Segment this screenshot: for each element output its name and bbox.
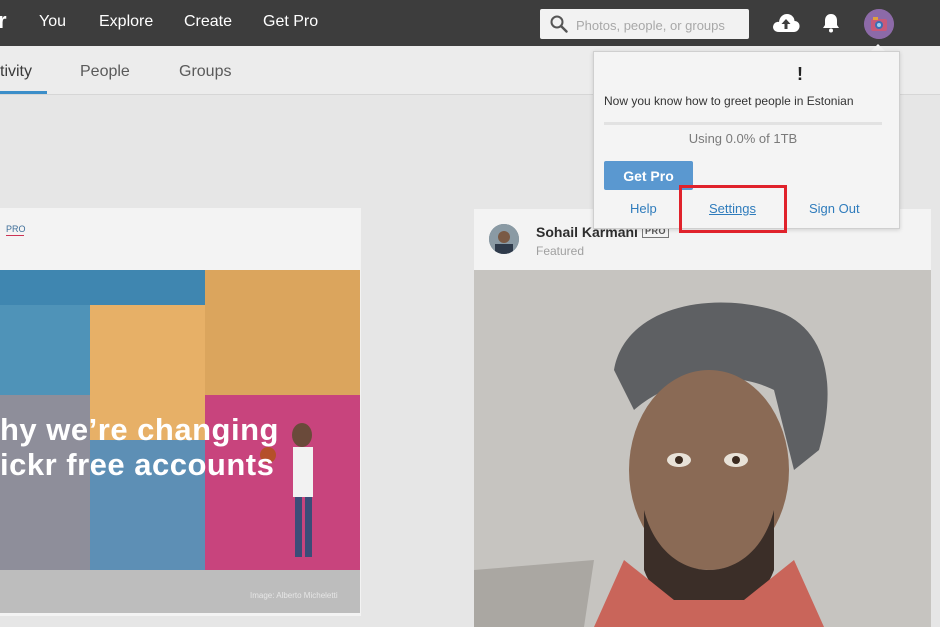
image-credit: Image: Alberto Micheletti	[250, 591, 338, 600]
author-avatar-image	[489, 224, 519, 254]
tab-groups[interactable]: Groups	[179, 63, 231, 81]
featured-photo[interactable]	[474, 270, 931, 627]
nav-link-create[interactable]: Create	[184, 13, 232, 31]
featured-label: Featured	[536, 244, 585, 258]
tab-activity[interactable]: tivity	[0, 63, 32, 81]
tab-people[interactable]: People	[80, 63, 130, 81]
alert-icon: !	[797, 64, 803, 84]
author-avatar[interactable]	[489, 224, 519, 254]
sign-out-link[interactable]: Sign Out	[809, 201, 860, 216]
active-tab-indicator	[0, 91, 47, 94]
storage-usage-bar	[604, 122, 882, 125]
portrait-image	[474, 270, 931, 627]
pro-badge-underline	[6, 235, 24, 236]
nav-link-you[interactable]: You	[39, 13, 66, 31]
camera-avatar-icon	[864, 9, 894, 39]
storage-usage-text: Using 0.0% of 1TB	[688, 131, 798, 146]
promo-headline-line-2: ickr free accounts	[0, 447, 275, 482]
settings-highlight-box	[679, 185, 787, 233]
pro-badge: PRO	[6, 224, 26, 234]
search-input[interactable]	[574, 14, 748, 36]
search-box[interactable]	[540, 9, 749, 39]
upload-cloud-icon[interactable]	[771, 12, 801, 34]
nav-link-get-pro[interactable]: Get Pro	[263, 13, 318, 31]
greeting-text: Now you know how to greet people in Esto…	[604, 94, 854, 108]
promo-headline-line-1: hy we’re changing	[0, 412, 279, 447]
notification-bell-icon[interactable]	[821, 12, 841, 34]
help-link[interactable]: Help	[630, 201, 657, 216]
avatar[interactable]	[864, 9, 894, 39]
search-icon[interactable]	[550, 15, 568, 33]
promo-image[interactable]: hy we’re changing ickr free accounts	[0, 270, 360, 613]
flickr-logo[interactable]: r	[0, 8, 7, 34]
top-nav-bar: r You Explore Create Get Pro	[0, 0, 940, 46]
nav-link-explore[interactable]: Explore	[99, 13, 153, 31]
